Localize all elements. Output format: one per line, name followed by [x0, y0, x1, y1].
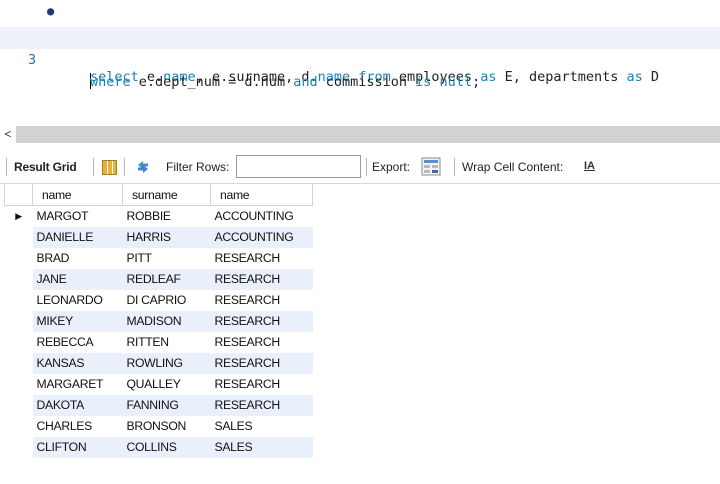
current-row-marker-icon[interactable]: ▶ [5, 206, 33, 227]
export-label: Export: [372, 160, 411, 174]
result-grid-tab[interactable]: Result Grid [14, 160, 77, 175]
wrap-cell-content-label: Wrap Cell Content: [462, 160, 564, 174]
cell-name[interactable]: DANIELLE [32, 226, 123, 248]
table-row[interactable]: DANIELLE HARRIS ACCOUNTING [5, 226, 313, 248]
cell-department[interactable]: ACCOUNTING [211, 206, 313, 227]
table-row[interactable]: BRAD PITT RESEARCH [5, 248, 313, 269]
cell-department[interactable]: RESEARCH [211, 248, 313, 269]
cell-department[interactable]: RESEARCH [210, 310, 313, 332]
row-marker[interactable] [5, 437, 33, 458]
column-header-department-name[interactable]: name [210, 183, 313, 206]
refresh-icon[interactable] [134, 159, 152, 175]
row-marker[interactable] [5, 227, 33, 248]
row-marker[interactable] [5, 353, 33, 374]
cell-surname[interactable]: DI CAPRIO [123, 290, 211, 311]
cell-department[interactable]: RESEARCH [210, 394, 313, 416]
cell-surname[interactable]: FANNING [122, 394, 211, 416]
column-header-surname[interactable]: surname [122, 183, 211, 206]
cell-surname[interactable]: ROBBIE [123, 206, 211, 227]
export-icon[interactable] [421, 157, 441, 176]
row-marker[interactable] [5, 416, 33, 437]
cell-name[interactable]: LEONARDO [33, 290, 123, 311]
statement-marker-icon: ● [47, 4, 55, 18]
header-row: name surname name [4, 183, 313, 206]
row-marker[interactable] [5, 374, 33, 395]
cell-surname[interactable]: REDLEAF [122, 268, 211, 290]
column-header-name[interactable]: name [32, 183, 123, 206]
table-row[interactable]: JANE REDLEAF RESEARCH [5, 268, 313, 290]
cell-surname[interactable]: MADISON [122, 310, 211, 332]
cell-department[interactable]: RESEARCH [210, 352, 313, 374]
row-marker[interactable] [5, 248, 33, 269]
table-row[interactable]: MIKEY MADISON RESEARCH [5, 310, 313, 332]
result-grid-icon[interactable] [102, 160, 117, 175]
cell-name[interactable]: JANE [32, 268, 123, 290]
cell-surname[interactable]: BRONSON [123, 416, 211, 437]
result-grid-table: name surname name ▶ MARGOT ROBBIE ACCOUNTIN… [4, 183, 313, 458]
table-row[interactable]: DAKOTA FANNING RESEARCH [5, 394, 313, 416]
table-row[interactable]: CHARLES BRONSON SALES [5, 416, 313, 437]
table-row[interactable]: ▶ MARGOT ROBBIE ACCOUNTING [5, 206, 313, 227]
cell-surname[interactable]: ROWLING [122, 352, 211, 374]
wrap-cell-icon[interactable]: IA [584, 159, 596, 175]
cell-name[interactable]: BRAD [33, 248, 123, 269]
scroll-left-icon[interactable]: < [0, 126, 16, 143]
table-row[interactable]: MARGARET QUALLEY RESEARCH [5, 374, 313, 395]
row-marker[interactable] [5, 311, 33, 332]
cell-department[interactable]: RESEARCH [211, 374, 313, 395]
cell-surname[interactable]: RITTEN [123, 332, 211, 353]
cell-department[interactable]: SALES [210, 436, 313, 458]
cell-name[interactable]: DAKOTA [32, 394, 123, 416]
cell-department[interactable]: RESEARCH [211, 332, 313, 353]
toolbar-separator [6, 158, 7, 176]
filter-rows-input[interactable] [236, 155, 361, 178]
cell-name[interactable]: MARGOT [33, 206, 123, 227]
code-text[interactable]: where e.dept_num = d.num and commission … [90, 71, 480, 93]
cell-department[interactable]: ACCOUNTING [210, 226, 313, 248]
row-marker[interactable] [5, 269, 33, 290]
toolbar-separator [93, 158, 94, 176]
cell-name[interactable]: CLIFTON [32, 436, 123, 458]
cell-name[interactable]: CHARLES [33, 416, 123, 437]
cell-name[interactable]: MIKEY [32, 310, 123, 332]
cell-name[interactable]: MARGARET [33, 374, 123, 395]
editor-line-2[interactable]: 2 ● select e.name, e.surname, d.name fro… [0, 0, 720, 85]
row-marker[interactable] [5, 290, 33, 311]
toolbar-separator [366, 158, 367, 176]
table-row[interactable]: LEONARDO DI CAPRIO RESEARCH [5, 290, 313, 311]
row-marker[interactable] [5, 332, 33, 353]
cell-department[interactable]: SALES [211, 416, 313, 437]
sql-editor[interactable]: 2 ● select e.name, e.surname, d.name fro… [0, 0, 720, 126]
cell-department[interactable]: RESEARCH [210, 268, 313, 290]
table-row[interactable]: CLIFTON COLLINS SALES [5, 436, 313, 458]
line-number: 3 [28, 52, 37, 68]
row-marker[interactable] [5, 395, 33, 416]
cell-surname[interactable]: COLLINS [122, 436, 211, 458]
filter-rows-label: Filter Rows: [166, 160, 230, 174]
cell-department[interactable]: RESEARCH [211, 290, 313, 311]
toolbar-separator [124, 158, 125, 176]
row-header-corner [4, 183, 33, 206]
result-toolbar: Result Grid Filter Rows: Export: Wrap Ce… [0, 150, 720, 184]
cell-surname[interactable]: HARRIS [122, 226, 211, 248]
cell-surname[interactable]: QUALLEY [123, 374, 211, 395]
horizontal-scrollbar[interactable]: < [0, 126, 720, 143]
table-row[interactable]: KANSAS ROWLING RESEARCH [5, 352, 313, 374]
table-row[interactable]: REBECCA RITTEN RESEARCH [5, 332, 313, 353]
cell-name[interactable]: REBECCA [33, 332, 123, 353]
cell-surname[interactable]: PITT [123, 248, 211, 269]
toolbar-separator [454, 158, 455, 176]
cell-name[interactable]: KANSAS [32, 352, 123, 374]
editor-line-3[interactable]: 3 where e.dept_num = d.num and commissio… [0, 27, 720, 90]
